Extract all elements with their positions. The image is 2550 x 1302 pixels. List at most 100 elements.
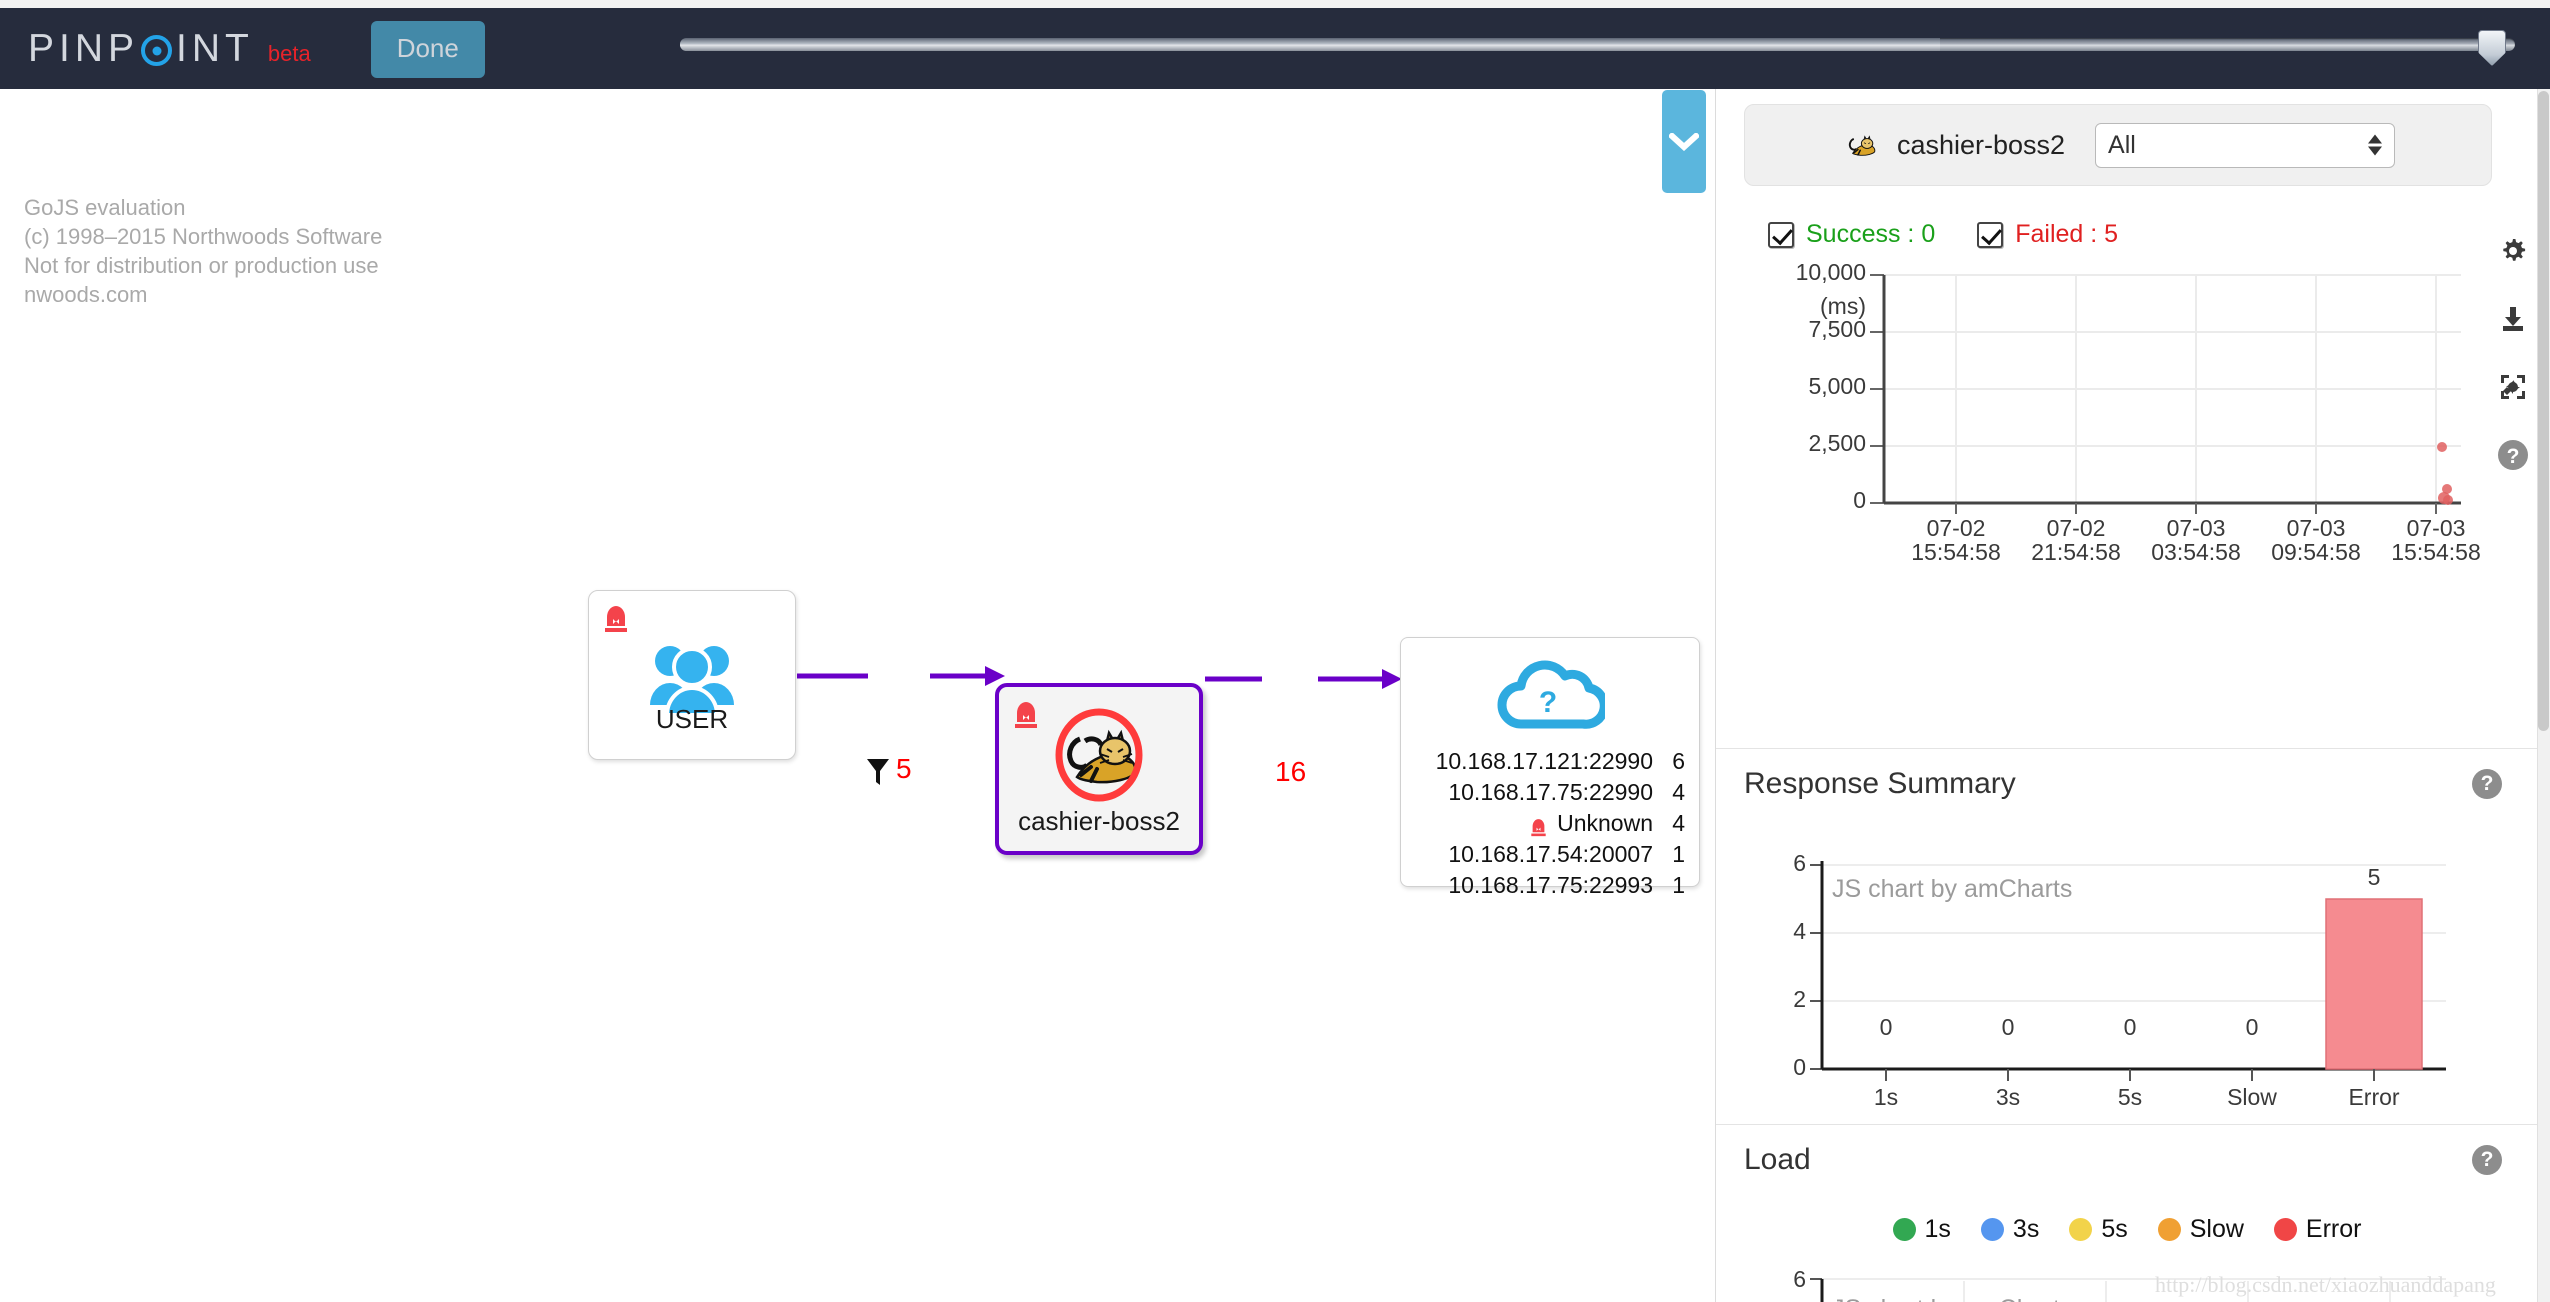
rs-val-1s: 0 [1880,1014,1893,1040]
beta-badge: beta [267,40,311,66]
list-item[interactable]: 10.168.17.75:22990 4 [1401,777,1685,808]
endpoint-count: 4 [1672,779,1685,805]
panel-collapse-tab[interactable] [1662,90,1706,193]
list-item[interactable]: Unknown 4 [1401,808,1685,839]
rs-y-0: 0 [1793,1054,1806,1080]
endpoint-count: 6 [1672,748,1685,774]
rs-val-error: 5 [2368,864,2381,890]
list-item[interactable]: 10.168.17.75:22993 1 [1401,870,1685,901]
endpoint-address: Unknown [1557,810,1653,836]
help-icon[interactable]: ? [2472,1145,2502,1175]
pinpoint-app: PINP INT beta Done GoJS evaluation (c) 1… [0,0,2550,1302]
legend-item-error[interactable]: Error [2273,1215,2361,1244]
alarm-icon [1015,702,1037,728]
detail-panel[interactable]: cashier-boss2 All Success : 0 Failed : 5 [1715,89,2550,1302]
legend-item-5s[interactable]: 5s [2069,1215,2128,1244]
tomcat-error-icon [1055,708,1143,802]
section-response-summary: Response Summary ? 6 4 2 0 JS chart by a… [1716,748,2538,1124]
svg-text:?: ? [1539,686,1557,719]
scatter-point [2437,442,2447,452]
x-tick-4-date: 07-03 [2407,515,2466,541]
legend-dot-5s [2069,1218,2093,1241]
amcharts-credit: JS chart by amCharts [1832,875,2072,903]
x-tick-4-time: 15:54:58 [2391,539,2481,564]
edge-count-user-app[interactable]: 5 [896,753,912,785]
servermap-canvas[interactable]: GoJS evaluation (c) 1998–2015 Northwoods… [0,89,1715,1302]
checkbox-failed[interactable] [1977,221,2004,248]
scatter-filter-checkboxes: Success : 0 Failed : 5 [1768,220,2118,249]
load-y-6: 6 [1793,1266,1806,1292]
filter-funnel-icon[interactable] [866,757,890,787]
servermap-node-cashier-boss2[interactable]: cashier-boss2 [995,683,1203,855]
legend-dot-3s [1980,1218,2004,1241]
rs-cat-slow: Slow [2227,1084,2277,1107]
section-title-load: Load [1744,1143,1811,1176]
legend-item-slow[interactable]: Slow [2157,1215,2244,1244]
tomcat-icon [1848,135,1876,156]
csdn-watermark: http://blog.csdn.net/xiaozhuanddapang [2155,1272,2496,1297]
alarm-icon-slot [1409,752,1426,772]
rs-cat-5s: 5s [2118,1084,2142,1107]
window-top-strip [0,0,2550,8]
panel-scrollbar-thumb[interactable] [2538,91,2549,731]
x-tick-0-date: 07-02 [1927,515,1986,541]
app-logo[interactable]: PINP INT beta [28,27,311,71]
list-item[interactable]: 10.168.17.54:20007 1 [1401,839,1685,870]
alarm-icon [605,606,627,632]
filter-failed[interactable]: Failed : 5 [1977,220,2118,249]
y-tick-1: 2,500 [1808,430,1866,456]
legend-label-slow: Slow [2189,1215,2244,1243]
agent-select-value: All [2108,130,2136,159]
done-button[interactable]: Done [370,21,485,78]
rs-cat-1s: 1s [1874,1084,1898,1107]
panel-node-name: cashier-boss2 [1896,129,2066,160]
endpoint-address: 10.168.17.121:22990 [1435,748,1653,774]
endpoint-address: 10.168.17.75:22993 [1448,872,1653,898]
response-scatter-chart[interactable]: 10,000 (ms) 7,500 5,000 2,500 0 07-02 15… [1771,264,2516,564]
endpoint-address: 10.168.17.75:22990 [1448,779,1653,805]
response-summary-chart[interactable]: 6 4 2 0 JS chart by amCharts 0 0 0 0 5 1… [1746,827,2506,1107]
alarm-icon-slot [1421,845,1438,865]
legend-item-3s[interactable]: 3s [1980,1215,2040,1244]
filter-failed-label: Failed : 5 [2015,220,2119,248]
gear-icon[interactable] [2496,234,2530,268]
agent-select[interactable]: All [2095,122,2396,168]
checkbox-success[interactable] [1768,221,1794,248]
legend-label-5s: 5s [2101,1215,2128,1243]
spinner-arrows-icon [2368,134,2383,156]
panel-scrollbar[interactable] [2537,89,2550,1302]
timeline-slider[interactable] [680,26,2515,70]
endpoint-address: 10.168.17.54:20007 [1448,841,1653,867]
legend-dot-1s [1892,1218,1916,1241]
endpoint-count: 1 [1672,872,1685,898]
legend-label-3s: 3s [2012,1215,2040,1243]
list-item[interactable]: 10.168.17.121:22990 6 [1401,746,1685,777]
logo-o-icon [141,35,173,66]
x-tick-3-date: 07-03 [2287,515,2346,541]
edge-count-app-unknown[interactable]: 16 [1275,756,1306,788]
legend-item-1s[interactable]: 1s [1892,1215,1951,1244]
x-tick-2-time: 03:54:58 [2151,539,2241,564]
alarm-icon [1530,814,1547,836]
filter-success[interactable]: Success : 0 [1768,220,1935,249]
rs-cat-error: Error [2348,1084,2399,1107]
x-tick-3-time: 09:54:58 [2271,539,2361,564]
servermap-node-user[interactable]: USER [588,590,796,760]
panel-node-header: cashier-boss2 All [1744,104,2492,186]
unknown-endpoint-list: 10.168.17.121:22990 6 10.168.17.75:22990… [1401,746,1685,901]
unknown-cloud-icon: ? [1497,660,1605,729]
section-title-response-summary: Response Summary [1744,767,2016,800]
help-icon[interactable]: ? [2472,769,2502,799]
rs-val-slow: 0 [2246,1014,2259,1040]
legend-dot-error [2273,1218,2297,1241]
x-tick-1-time: 21:54:58 [2031,539,2121,564]
logo-text-post: INT [176,26,254,70]
servermap-node-unknown[interactable]: ? 10.168.17.121:22990 6 10.168.17.75:229… [1400,637,1700,898]
rs-y-4: 4 [1793,918,1806,944]
endpoint-count: 1 [1672,841,1685,867]
rs-val-5s: 0 [2124,1014,2137,1040]
load-legend: 1s 3s 5s Slow Error [1716,1215,2538,1244]
amcharts-credit: JS chart by amCharts [1832,1295,2072,1302]
node-label-user: USER [655,704,729,734]
slider-handle[interactable] [2478,30,2506,66]
